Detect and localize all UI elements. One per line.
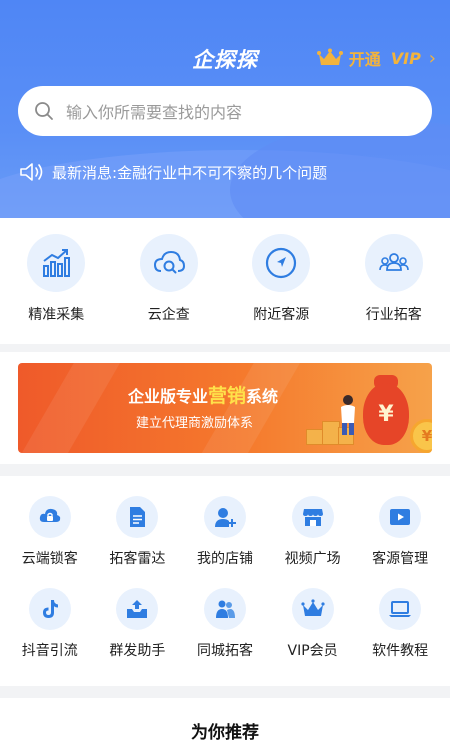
person-icon bbox=[341, 395, 355, 435]
upload-tray-icon bbox=[127, 600, 148, 618]
feature-icon-circle bbox=[252, 234, 311, 292]
tool-label: 群发助手 bbox=[109, 643, 166, 659]
navigation-icon bbox=[266, 247, 297, 279]
open-vip-label: 开通 bbox=[348, 50, 381, 69]
banner-stripe bbox=[18, 363, 121, 453]
tool-item[interactable]: 云端锁客 bbox=[8, 496, 92, 568]
bar-chart-icon bbox=[43, 249, 71, 277]
tool-icon-circle bbox=[291, 496, 334, 538]
banner-title-highlight: 营销 bbox=[208, 385, 247, 407]
tool-icon-circle bbox=[203, 496, 246, 538]
feature-icon-circle bbox=[364, 234, 423, 292]
tool-icon-circle bbox=[379, 496, 422, 538]
news-label: 最新消息: bbox=[52, 163, 118, 182]
tool-label: 抖音引流 bbox=[21, 643, 78, 659]
people-icon bbox=[215, 600, 235, 618]
search-bar[interactable]: 输入你所需要查找的内容 bbox=[18, 86, 432, 136]
crown-icon bbox=[300, 599, 325, 616]
vip-label: VIP bbox=[390, 48, 421, 68]
tool-icon-circle bbox=[28, 496, 71, 538]
banner-section: 企业版专业营销系统 建立代理商激励体系 ¥ ¥ bbox=[0, 352, 450, 464]
feature-label: 云企查 bbox=[147, 307, 190, 323]
search-placeholder: 输入你所需要查找的内容 bbox=[66, 103, 243, 122]
tool-label: 客源管理 bbox=[372, 551, 429, 567]
crown-icon bbox=[316, 48, 343, 65]
tool-item[interactable]: 视频广场 bbox=[271, 496, 355, 568]
tool-item[interactable]: 我的店铺 bbox=[183, 496, 267, 568]
tool-label: 同城拓客 bbox=[196, 643, 253, 659]
tool-item[interactable]: 拓客雷达 bbox=[95, 496, 179, 568]
tool-icon-circle bbox=[28, 588, 71, 630]
recommend-title: 为你推荐 bbox=[191, 723, 259, 743]
tool-label: 拓客雷达 bbox=[109, 551, 166, 567]
banner-subtitle: 建立代理商激励体系 bbox=[136, 416, 254, 431]
user-add-icon bbox=[214, 508, 236, 527]
tool-label: 我的店铺 bbox=[196, 551, 253, 567]
tool-icon-circle bbox=[379, 588, 422, 630]
money-bag-icon: ¥ bbox=[363, 383, 409, 445]
group-icon bbox=[378, 253, 409, 271]
feature-label: 精准采集 bbox=[28, 307, 85, 323]
tool-label: VIP会员 bbox=[287, 643, 338, 659]
tool-icon-circle bbox=[203, 588, 246, 630]
banner-title-pre: 企业版专业 bbox=[128, 387, 209, 406]
feature-icon-circle bbox=[139, 234, 198, 292]
store-icon bbox=[302, 509, 323, 526]
tool-item[interactable]: VIP会员 bbox=[271, 588, 355, 660]
feature-label: 附近客源 bbox=[253, 307, 310, 323]
feature-icon-circle bbox=[27, 234, 86, 292]
laptop-icon bbox=[389, 601, 412, 617]
tool-label: 软件教程 bbox=[372, 643, 429, 659]
feature-item[interactable]: 精准采集 bbox=[6, 234, 106, 324]
news-ticker[interactable]: 最新消息: 金融行业中不可不察的几个问题 bbox=[18, 160, 327, 184]
play-icon bbox=[390, 509, 411, 525]
search-icon bbox=[35, 102, 53, 120]
feature-label: 行业拓客 bbox=[365, 307, 422, 323]
open-vip-button[interactable]: 开通 VIP › bbox=[316, 46, 436, 70]
tool-item[interactable]: 软件教程 bbox=[358, 588, 442, 660]
feature-item[interactable]: 云企查 bbox=[119, 234, 219, 324]
tool-item[interactable]: 群发助手 bbox=[95, 588, 179, 660]
tool-item[interactable]: 抖音引流 bbox=[8, 588, 92, 660]
tool-label: 云端锁客 bbox=[21, 551, 78, 567]
news-text: 金融行业中不可不察的几个问题 bbox=[117, 163, 328, 182]
feature-item[interactable]: 行业拓客 bbox=[344, 234, 444, 324]
tools-section: 云端锁客 拓客雷达 我的店铺 视频广场 客源管理 抖音引流 群发助手 同城拓客 … bbox=[0, 476, 450, 686]
tool-icon-circle bbox=[116, 496, 159, 538]
feature-item[interactable]: 附近客源 bbox=[231, 234, 331, 324]
header: 企探探 开通 VIP › 输入你所需要查找的内容 最新消息: 金融行业中不可不察… bbox=[0, 0, 450, 218]
document-icon bbox=[130, 507, 146, 527]
banner-stripe bbox=[195, 363, 301, 453]
recommend-section: 为你推荐 bbox=[0, 698, 450, 750]
tool-item[interactable]: 客源管理 bbox=[358, 496, 442, 568]
banner-title-post: 系统 bbox=[246, 387, 279, 406]
speaker-icon bbox=[20, 163, 43, 181]
tiktok-icon bbox=[42, 600, 58, 618]
banner-title: 企业版专业营销系统 bbox=[128, 381, 278, 408]
chevron-right-icon: › bbox=[428, 47, 436, 69]
cloud-lock-icon bbox=[39, 508, 60, 522]
cloud-search-icon bbox=[153, 250, 185, 274]
feature-section: 精准采集 云企查 附近客源 行业拓客 bbox=[0, 218, 450, 344]
tool-item[interactable]: 同城拓客 bbox=[183, 588, 267, 660]
coin-icon: ¥ bbox=[410, 419, 432, 453]
tool-label: 视频广场 bbox=[284, 551, 341, 567]
tool-icon-circle bbox=[291, 588, 334, 630]
tool-icon-circle bbox=[116, 588, 159, 630]
promo-banner[interactable]: 企业版专业营销系统 建立代理商激励体系 ¥ ¥ bbox=[18, 363, 432, 453]
